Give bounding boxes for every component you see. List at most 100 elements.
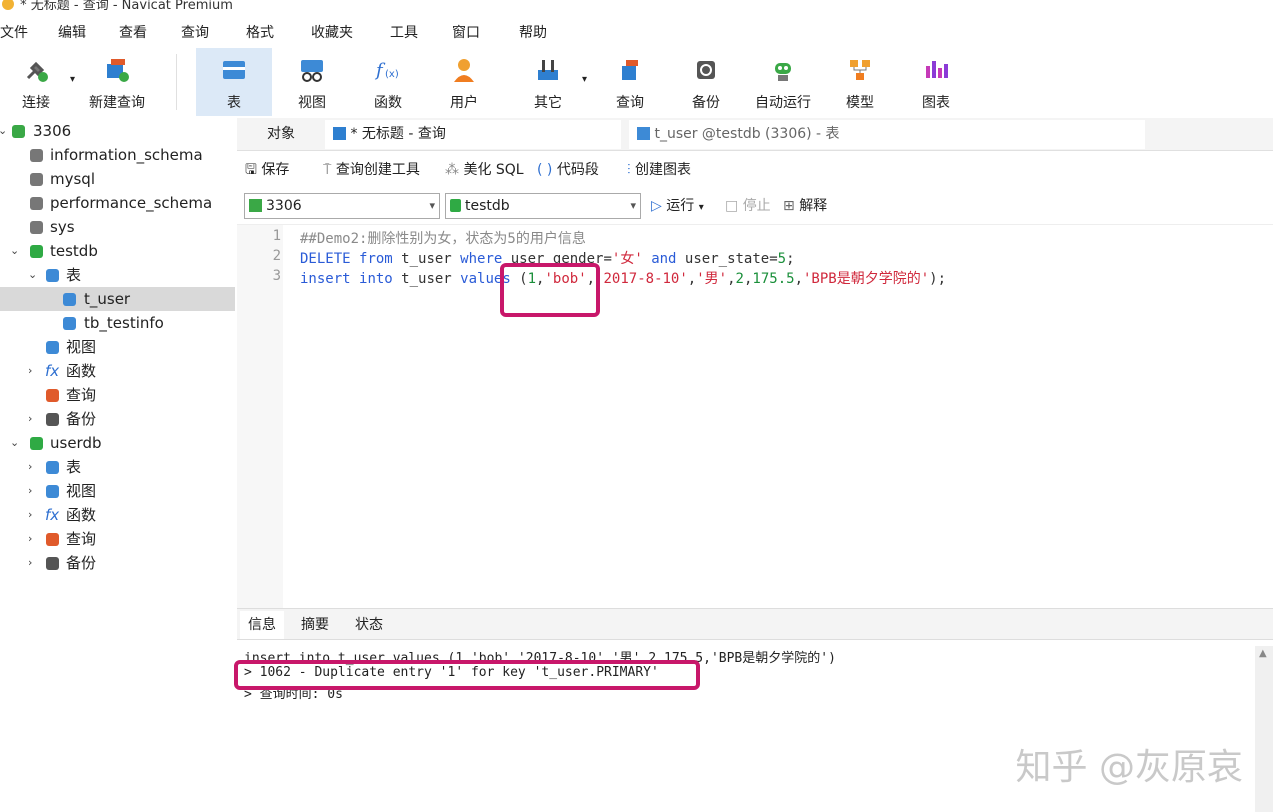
tree-db-userdb[interactable]: ⌄ userdb (0, 431, 235, 455)
tree-userdb-backups[interactable]: › 备份 (0, 551, 235, 575)
query-icon (46, 389, 59, 402)
explain-button[interactable]: ⊞ 解释 (783, 190, 827, 222)
menu-view[interactable]: 查看 (119, 22, 147, 42)
chevron-down-icon: ▾ (698, 202, 704, 213)
query-icon (46, 533, 59, 546)
new-query-button[interactable]: 新建查询 (82, 48, 152, 116)
robot-icon (775, 63, 791, 81)
chevron-down-icon[interactable]: ⌄ (10, 431, 19, 455)
chart-button[interactable]: 图表 (906, 48, 966, 116)
chevron-down-icon[interactable]: ⌄ (0, 119, 7, 143)
stop-button[interactable]: □ 停止 (725, 190, 771, 222)
menu-edit[interactable]: 编辑 (58, 22, 86, 42)
chevron-down-icon: ▾ (429, 199, 435, 212)
tree-testdb-functions[interactable]: › fx 函数 (0, 359, 235, 383)
table-button[interactable]: 表 (196, 48, 272, 116)
view-button[interactable]: 视图 (282, 48, 342, 116)
connection-select[interactable]: 3306 ▾ (244, 193, 440, 219)
stop-icon: □ (725, 198, 739, 214)
query-builder-button[interactable]: ⍑ 查询创建工具 (323, 154, 420, 186)
menu-window[interactable]: 窗口 (452, 22, 480, 42)
tab-objects[interactable]: 对象 (259, 120, 303, 149)
tree-testdb-tables[interactable]: ⌄ 表 (0, 263, 235, 287)
other-dropdown-icon[interactable]: ▾ (582, 74, 587, 85)
tree-userdb-functions[interactable]: › fx 函数 (0, 503, 235, 527)
tree-testdb-views[interactable]: 视图 (0, 335, 235, 359)
chevron-down-icon[interactable]: ⌄ (28, 263, 37, 287)
other-button[interactable]: 其它 (518, 48, 578, 116)
tab-status[interactable]: 状态 (347, 611, 391, 639)
tree-userdb-queries[interactable]: › 查询 (0, 527, 235, 551)
run-button[interactable]: ▷ 运行 ▾ (651, 190, 704, 222)
view-icon (46, 485, 59, 498)
database-icon (30, 221, 43, 234)
database-icon (30, 437, 43, 450)
result-tab-bar: 信息 摘要 状态 (237, 608, 1273, 640)
sql-editor[interactable]: 1 2 3 ##Demo2:删除性别为女，状态为5的用户信息 DELETE fr… (237, 224, 1273, 609)
chevron-right-icon[interactable]: › (28, 503, 32, 527)
database-icon (30, 173, 43, 186)
tab-summary[interactable]: 摘要 (293, 611, 337, 639)
tree-table-tb-testinfo[interactable]: tb_testinfo (0, 311, 235, 335)
tab-untitled-query[interactable]: * 无标题 - 查询 (325, 120, 621, 149)
tree-db-performance-schema[interactable]: performance_schema (0, 191, 235, 215)
chevron-down-icon[interactable]: ⌄ (10, 239, 19, 263)
query-icon (622, 60, 638, 80)
model-button[interactable]: 模型 (830, 48, 890, 116)
connect-button[interactable]: 连接 (8, 48, 64, 116)
scroll-up-icon[interactable]: ▲ (1259, 648, 1267, 659)
tree-userdb-views[interactable]: › 视图 (0, 479, 235, 503)
code-line-1: ##Demo2:删除性别为女，状态为5的用户信息 (300, 231, 586, 247)
tree-testdb-backups[interactable]: › 备份 (0, 407, 235, 431)
sparkle-icon: ⁂ (445, 162, 459, 178)
backup-icon (46, 413, 59, 426)
menu-bar: 文件 编辑 查看 查询 格式 收藏夹 工具 窗口 帮助 (0, 22, 1273, 46)
menu-file[interactable]: 文件 (0, 22, 28, 42)
create-chart-button[interactable]: ⫶ 创建图表 (627, 154, 691, 186)
chevron-right-icon[interactable]: › (28, 407, 32, 431)
user-button[interactable]: 用户 (434, 48, 494, 116)
tree-table-t-user[interactable]: t_user (0, 287, 235, 311)
chevron-right-icon[interactable]: › (28, 551, 32, 575)
save-button[interactable]: 🖫 保存 (245, 154, 289, 186)
menu-favorites[interactable]: 收藏夹 (311, 22, 353, 42)
navigation-tree: ⌄ 3306 information_schema mysql performa… (0, 118, 235, 812)
vertical-scrollbar[interactable]: ▲ (1255, 646, 1273, 812)
tab-message[interactable]: 信息 (240, 611, 284, 639)
backup-button[interactable]: 备份 (676, 48, 736, 116)
connection-icon (12, 125, 25, 138)
chevron-right-icon[interactable]: › (28, 455, 32, 479)
chevron-down-icon: ▾ (630, 199, 636, 212)
chart-icon: ⫶ (627, 162, 631, 178)
menu-format[interactable]: 格式 (246, 22, 274, 42)
code-snippet-button[interactable]: ( ) 代码段 (537, 154, 599, 186)
menu-help[interactable]: 帮助 (519, 22, 547, 42)
chevron-right-icon[interactable]: › (28, 359, 32, 383)
menu-tools[interactable]: 工具 (390, 22, 418, 42)
chevron-right-icon[interactable]: › (28, 527, 32, 551)
tree-userdb-tables[interactable]: › 表 (0, 455, 235, 479)
beautify-sql-button[interactable]: ⁂ 美化 SQL (445, 154, 524, 186)
tab-t-user-table[interactable]: t_user @testdb (3306) - 表 (629, 120, 1145, 149)
tree-db-testdb[interactable]: ⌄ testdb (0, 239, 235, 263)
view-icon (46, 341, 59, 354)
window-title-bar: * 无标题 - 查询 - Navicat Premium (0, 0, 1273, 13)
tree-db-information-schema[interactable]: information_schema (0, 143, 235, 167)
menu-query[interactable]: 查询 (181, 22, 209, 42)
tree-testdb-queries[interactable]: 查询 (0, 383, 235, 407)
highlight-box-error (234, 660, 700, 690)
tree-db-mysql[interactable]: mysql (0, 167, 235, 191)
backup-icon (46, 557, 59, 570)
function-button[interactable]: f (x) 函数 (358, 48, 418, 116)
connect-dropdown-icon[interactable]: ▾ (70, 74, 75, 85)
tree-db-sys[interactable]: sys (0, 215, 235, 239)
table-icon (63, 317, 76, 330)
auto-run-button[interactable]: 自动运行 (750, 48, 816, 116)
user-icon (454, 59, 474, 82)
query-button[interactable]: 查询 (600, 48, 660, 116)
toolbar-separator (176, 54, 177, 110)
database-select[interactable]: testdb ▾ (445, 193, 641, 219)
main-toolbar: 连接 ▾ 新建查询 表 视图 f (x) 函数 用户 其它 ▾ 查询 备份 自动运… (0, 48, 1273, 116)
tree-connection-3306[interactable]: ⌄ 3306 (0, 119, 235, 143)
chevron-right-icon[interactable]: › (28, 479, 32, 503)
